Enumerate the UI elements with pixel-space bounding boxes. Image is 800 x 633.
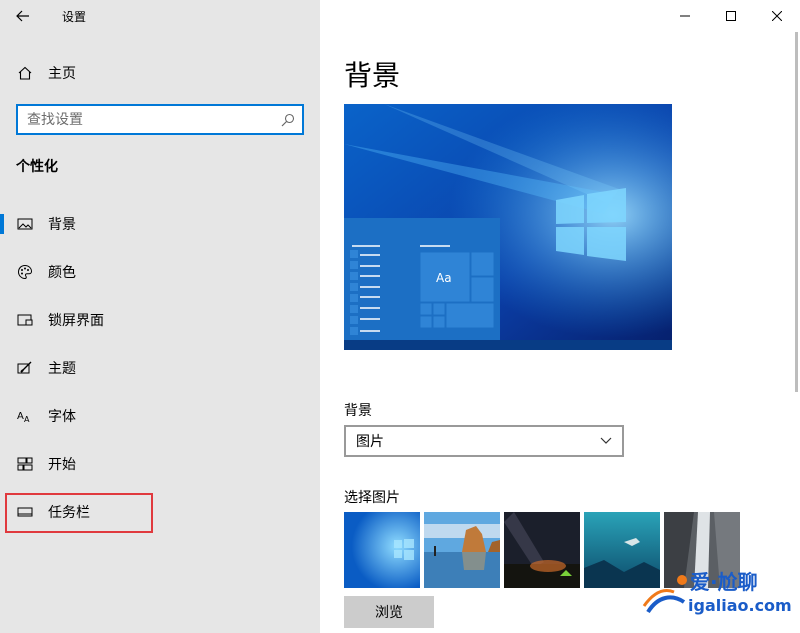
sidebar-item-themes[interactable]: 主题 (0, 344, 320, 392)
sidebar-item-lock-screen[interactable]: 锁屏界面 (0, 296, 320, 344)
sidebar-item-fonts[interactable]: AA 字体 (0, 392, 320, 440)
svg-text:A: A (17, 411, 24, 422)
page-title: 背景 (344, 59, 401, 92)
start-tiles-icon (17, 456, 33, 472)
title-bar: 设置 (0, 0, 320, 32)
sidebar: 设置 主页 个性化 背景 颜色 锁屏界面 (0, 0, 320, 633)
background-type-dropdown[interactable]: 图片 (344, 425, 624, 457)
watermark-line1: 爱·尬聊 (690, 570, 758, 594)
close-button[interactable] (754, 0, 800, 32)
search-icon[interactable] (274, 106, 302, 133)
maximize-button[interactable] (708, 0, 754, 32)
font-icon: AA (17, 408, 33, 424)
browse-button[interactable]: 浏览 (344, 596, 434, 628)
lock-screen-icon (17, 312, 33, 328)
close-icon (772, 11, 782, 21)
sidebar-item-colors[interactable]: 颜色 (0, 248, 320, 296)
svg-text:A: A (24, 415, 30, 424)
back-arrow-icon (16, 10, 29, 22)
thumbnail-windows[interactable] (344, 512, 420, 588)
window-controls (662, 0, 800, 32)
watermark-line2: igaliao.com (688, 596, 792, 615)
background-type-label: 背景 (344, 403, 372, 419)
theme-brush-icon (17, 360, 33, 376)
watermark-logo: 爱·尬聊 igaliao.com (640, 566, 800, 626)
annotation-highlight-box (5, 493, 153, 533)
dropdown-value: 图片 (356, 434, 384, 450)
background-preview: Aa (344, 104, 672, 350)
picture-icon (17, 216, 33, 232)
home-label: 主页 (48, 66, 76, 82)
sidebar-item-label: 字体 (48, 409, 76, 425)
minimize-icon (680, 15, 690, 17)
sidebar-item-home[interactable]: 主页 (0, 58, 320, 88)
thumbnail-beach-rocks[interactable] (424, 512, 500, 588)
preview-tile-text: Aa (436, 271, 452, 285)
section-title: 个性化 (16, 159, 58, 175)
chevron-down-icon (600, 437, 612, 444)
minimize-button[interactable] (662, 0, 708, 32)
search-input[interactable] (18, 111, 274, 128)
sidebar-item-label: 开始 (48, 457, 76, 473)
choose-picture-label: 选择图片 (344, 490, 400, 506)
maximize-icon (726, 11, 736, 21)
sidebar-item-label: 锁屏界面 (48, 313, 104, 329)
scrollbar[interactable] (795, 32, 798, 392)
sidebar-item-label: 颜色 (48, 265, 76, 281)
sidebar-item-background[interactable]: 背景 (0, 200, 320, 248)
sidebar-item-start[interactable]: 开始 (0, 440, 320, 488)
sidebar-item-label: 主题 (48, 361, 76, 377)
sidebar-item-label: 背景 (48, 217, 76, 233)
home-icon (17, 65, 33, 81)
nav-list: 背景 颜色 锁屏界面 主题 AA 字体 开始 任务栏 (0, 200, 320, 536)
thumbnail-night-sky[interactable] (504, 512, 580, 588)
search-box[interactable] (16, 104, 304, 135)
app-title: 设置 (62, 9, 87, 24)
back-button[interactable] (0, 0, 46, 32)
palette-icon (17, 264, 33, 280)
